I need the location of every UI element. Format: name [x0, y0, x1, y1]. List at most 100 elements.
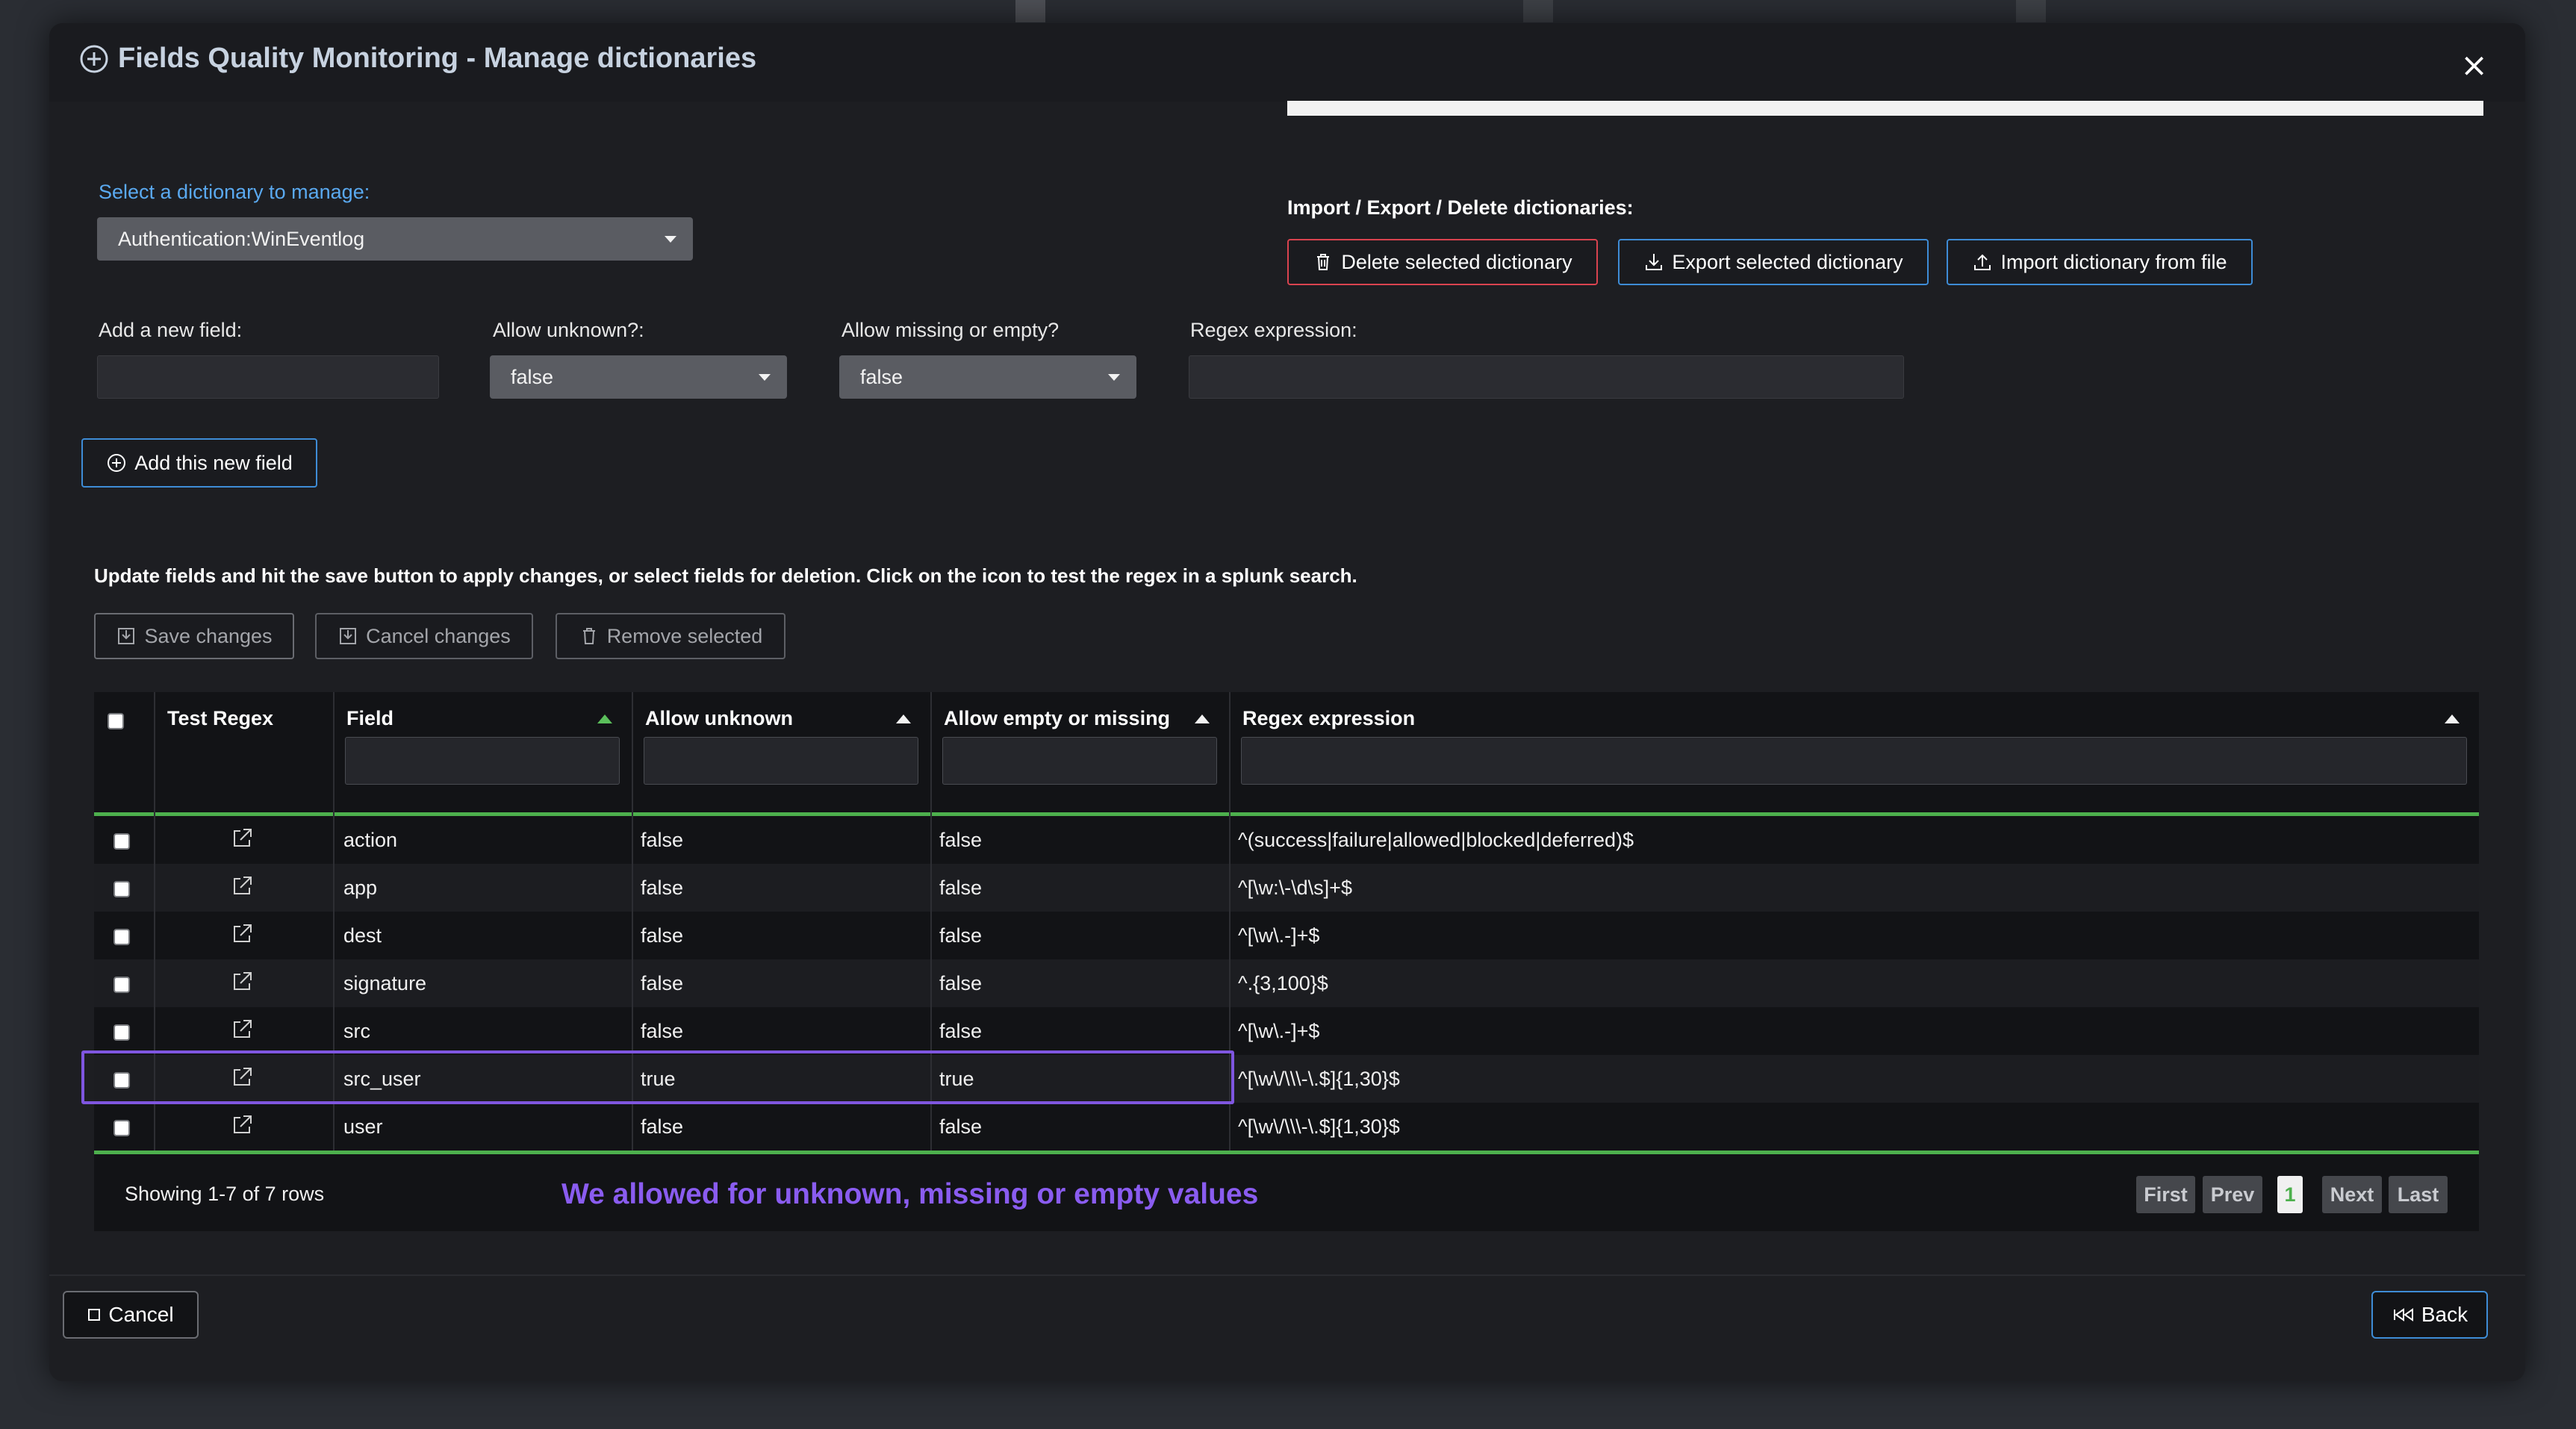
sort-asc-icon[interactable]: [597, 714, 612, 723]
external-link-icon[interactable]: [230, 1018, 254, 1042]
allow-empty-filter-input[interactable]: [942, 737, 1217, 785]
trash-icon: [1317, 254, 1330, 270]
delete-dictionary-button[interactable]: Delete selected dictionary: [1287, 239, 1598, 285]
allow-empty-cell[interactable]: false: [939, 816, 982, 864]
save-changes-button[interactable]: Save changes: [94, 613, 294, 659]
new-field-input[interactable]: [97, 355, 439, 399]
add-field-button[interactable]: Add this new field: [81, 438, 317, 488]
dictionary-select[interactable]: Authentication:WinEventlog: [97, 217, 693, 261]
pager-current-page[interactable]: 1: [2277, 1176, 2303, 1213]
allow-unknown-cell[interactable]: false: [641, 959, 683, 1007]
allow-empty-cell[interactable]: false: [939, 1007, 982, 1055]
allow-unknown-cell[interactable]: false: [641, 864, 683, 912]
external-link-icon[interactable]: [230, 970, 254, 994]
remove-selected-button[interactable]: Remove selected: [556, 613, 785, 659]
chevron-down-icon: [665, 236, 676, 243]
row-checkbox[interactable]: [113, 1120, 130, 1136]
allow-unknown-filter-input[interactable]: [644, 737, 918, 785]
circle-plus-icon: [80, 45, 108, 72]
allow-unknown-cell[interactable]: false: [641, 1103, 683, 1151]
progress-bar: [1287, 101, 2483, 116]
undo-icon: [340, 628, 357, 644]
back-button[interactable]: Back: [2371, 1291, 2488, 1339]
regex-cell[interactable]: ^[\w:\-\d\s]+$: [1238, 864, 1352, 912]
allow-empty-cell[interactable]: false: [939, 959, 982, 1007]
allow-empty-cell[interactable]: false: [939, 864, 982, 912]
external-link-icon[interactable]: [230, 1113, 254, 1137]
table-row: dest false false ^[\w\.-]+$: [94, 912, 2479, 959]
regex-cell[interactable]: ^[\w\.-]+$: [1238, 912, 1319, 959]
select-all-checkbox[interactable]: [108, 713, 124, 729]
column-header-allow-empty[interactable]: Allow empty or missing: [930, 692, 1229, 816]
allow-empty-cell[interactable]: false: [939, 1103, 982, 1151]
pager-next-button[interactable]: Next: [2322, 1176, 2382, 1213]
external-link-icon[interactable]: [230, 874, 254, 898]
column-header-regex[interactable]: Regex expression: [1229, 692, 2479, 816]
row-checkbox[interactable]: [113, 977, 130, 993]
field-filter-input[interactable]: [345, 737, 620, 785]
cancel-button[interactable]: Cancel: [63, 1291, 199, 1339]
row-checkbox[interactable]: [113, 833, 130, 850]
export-dictionary-button[interactable]: Export selected dictionary: [1618, 239, 1929, 285]
field-cell[interactable]: app: [343, 864, 377, 912]
modal-title-text: Fields Quality Monitoring - Manage dicti…: [118, 43, 757, 74]
allow-unknown-label: Allow unknown?:: [493, 319, 644, 341]
allow-unknown-cell[interactable]: false: [641, 816, 683, 864]
dictionary-select-value: Authentication:WinEventlog: [118, 227, 365, 250]
chevron-down-icon: [759, 374, 771, 381]
regex-cell[interactable]: ^(success|failure|allowed|blocked|deferr…: [1238, 816, 1634, 864]
table-instructions: Update fields and hit the save button to…: [94, 564, 1357, 587]
field-cell[interactable]: user: [343, 1103, 383, 1151]
field-cell[interactable]: signature: [343, 959, 426, 1007]
import-dictionary-label: Import dictionary from file: [2000, 250, 2227, 273]
close-icon[interactable]: ×: [2456, 46, 2492, 85]
regex-cell[interactable]: ^[\w\/\\\-\.$]{1,30}$: [1238, 1055, 1400, 1103]
sort-icon[interactable]: [2445, 714, 2460, 723]
row-checkbox[interactable]: [113, 929, 130, 945]
table-row: user false false ^[\w\/\\\-\.$]{1,30}$: [94, 1103, 2479, 1151]
regex-filter-input[interactable]: [1241, 737, 2467, 785]
regex-cell[interactable]: ^[\w\/\\\-\.$]{1,30}$: [1238, 1103, 1400, 1151]
external-link-icon[interactable]: [230, 922, 254, 946]
table-footer-divider: [94, 1151, 2479, 1154]
highlight-box: [81, 1050, 1234, 1104]
new-field-label: Add a new field:: [99, 319, 243, 341]
allow-unknown-select[interactable]: false: [490, 355, 787, 399]
sort-icon[interactable]: [1195, 714, 1210, 723]
delete-dictionary-label: Delete selected dictionary: [1341, 250, 1572, 273]
regex-cell[interactable]: ^[\w\.-]+$: [1238, 1007, 1319, 1055]
cancel-changes-button[interactable]: Cancel changes: [315, 613, 533, 659]
remove-selected-label: Remove selected: [606, 624, 763, 647]
circle-plus-icon: [108, 454, 126, 472]
row-checkbox[interactable]: [113, 881, 130, 897]
allow-missing-select[interactable]: false: [839, 355, 1136, 399]
row-checkbox[interactable]: [113, 1024, 130, 1041]
column-header-field[interactable]: Field: [333, 692, 632, 816]
column-header-allow-unknown[interactable]: Allow unknown: [632, 692, 930, 816]
add-field-label: Add this new field: [134, 451, 293, 474]
allow-unknown-cell[interactable]: false: [641, 1007, 683, 1055]
allow-missing-value: false: [860, 365, 903, 388]
field-cell[interactable]: action: [343, 816, 397, 864]
sort-icon[interactable]: [896, 714, 911, 723]
external-link-icon[interactable]: [230, 826, 254, 850]
import-dictionary-button[interactable]: Import dictionary from file: [1947, 239, 2253, 285]
table-row: app false false ^[\w:\-\d\s]+$: [94, 864, 2479, 912]
pager-first-button[interactable]: First: [2136, 1176, 2195, 1213]
field-cell[interactable]: dest: [343, 912, 382, 959]
modal-header: Fields Quality Monitoring - Manage dicti…: [49, 23, 2525, 102]
field-cell[interactable]: src: [343, 1007, 370, 1055]
cancel-label: Cancel: [108, 1303, 174, 1326]
pager-prev-button[interactable]: Prev: [2203, 1176, 2262, 1213]
regex-cell[interactable]: ^.{3,100}$: [1238, 959, 1328, 1007]
table-row: signature false false ^.{3,100}$: [94, 959, 2479, 1007]
pager-last-button[interactable]: Last: [2389, 1176, 2448, 1213]
column-header-label: Test Regex: [167, 707, 274, 729]
allow-empty-cell[interactable]: false: [939, 912, 982, 959]
allow-unknown-cell[interactable]: false: [641, 912, 683, 959]
table-row: src false false ^[\w\.-]+$: [94, 1007, 2479, 1055]
regex-input[interactable]: [1189, 355, 1904, 399]
save-changes-label: Save changes: [144, 624, 273, 647]
rows-summary: Showing 1-7 of 7 rows: [125, 1183, 325, 1205]
rewind-icon: [2393, 1308, 2413, 1321]
